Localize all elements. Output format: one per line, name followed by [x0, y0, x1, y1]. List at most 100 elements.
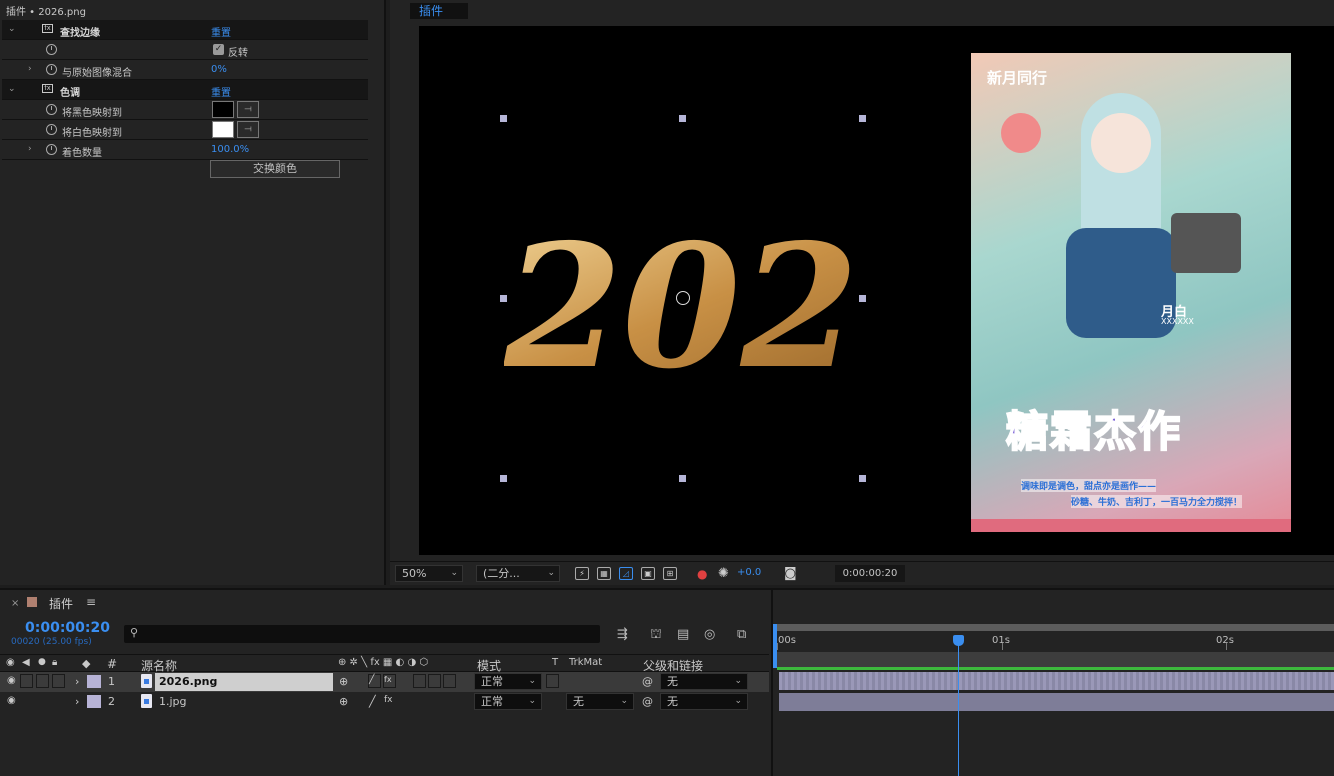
switch-box[interactable]	[428, 674, 441, 688]
transform-handle[interactable]	[859, 115, 866, 122]
audio-switch[interactable]	[20, 674, 33, 688]
chevron-down-icon[interactable]: ⌄	[8, 84, 16, 94]
color-channels-icon[interactable]: ●	[697, 567, 707, 581]
timeline-timecode[interactable]: 0:00:00:20	[25, 620, 110, 636]
lock-icon[interactable]: 🔒︎	[52, 657, 57, 668]
quality-switch[interactable]: ╱	[368, 674, 381, 688]
visibility-eye-icon[interactable]: ◉	[7, 675, 16, 686]
amount-value[interactable]: 100.0%	[211, 144, 249, 155]
blend-value[interactable]: 0%	[211, 64, 227, 75]
current-time-display[interactable]: 0:00:00:20	[835, 565, 905, 582]
parent-dropdown[interactable]: 无 ⌄	[660, 693, 748, 710]
eyedropper-icon[interactable]: ⟞	[237, 121, 259, 138]
transform-handle[interactable]	[500, 115, 507, 122]
layer-name[interactable]: 2026.png	[159, 675, 217, 688]
layer-row[interactable]: ◉ › 2 1.jpg ⊕ ╱ fx 正常 ⌄ 无 ⌄ @ 无 ⌄	[0, 692, 769, 712]
layer-search-input[interactable]: ⚲	[124, 625, 600, 643]
region-of-interest-icon[interactable]: ▣	[641, 567, 655, 580]
comp-flowchart-icon[interactable]: ⇶	[617, 627, 628, 642]
frame-blending-icon[interactable]: ▤	[677, 627, 689, 642]
effects-switch-icon[interactable]: fx	[384, 695, 393, 705]
preserve-transparency-switch[interactable]	[546, 674, 559, 688]
chevron-down-icon[interactable]: ⌄	[8, 24, 16, 34]
mask-visibility-icon[interactable]: ◿	[619, 567, 633, 580]
transform-handle[interactable]	[500, 295, 507, 302]
stopwatch-icon[interactable]	[46, 44, 57, 55]
time-graph[interactable]: 00s 01s 02s	[771, 590, 1334, 776]
close-icon[interactable]: ×	[11, 598, 19, 609]
zoom-dropdown[interactable]: 50% ⌄	[395, 565, 463, 582]
chevron-right-icon[interactable]: ›	[28, 144, 32, 154]
reset-link[interactable]: 重置	[211, 24, 231, 39]
eye-icon[interactable]: ◉	[6, 657, 15, 668]
work-area-bar[interactable]	[777, 624, 1334, 631]
mode-dropdown[interactable]: 正常 ⌄	[474, 673, 542, 690]
playhead-line[interactable]	[958, 640, 959, 776]
solo-icon[interactable]: ●	[38, 657, 46, 667]
tab-timeline[interactable]: 插件	[49, 595, 73, 612]
mode-dropdown[interactable]: 正常 ⌄	[474, 693, 542, 710]
shy-switch-icon[interactable]: ⊕	[339, 675, 348, 688]
chevron-right-icon[interactable]: ›	[28, 64, 32, 74]
resolution-dropdown[interactable]: (二分... ⌄	[476, 565, 560, 582]
parent-dropdown[interactable]: 无 ⌄	[660, 673, 748, 690]
ruler-label: 01s	[992, 635, 1010, 646]
transform-handle[interactable]	[679, 115, 686, 122]
composition-canvas[interactable]: 2026 新月同行 月白 XXXXXX 糖霜杰作 调味即是调色，甜点亦是画作——…	[419, 26, 1334, 555]
white-color-swatch[interactable]	[212, 121, 234, 138]
stopwatch-icon[interactable]	[46, 104, 57, 115]
layer-bar-2[interactable]	[779, 693, 1334, 711]
layer-name[interactable]: 1.jpg	[159, 695, 187, 708]
exposure-value[interactable]: +0.0	[737, 567, 761, 578]
stopwatch-icon[interactable]	[46, 124, 57, 135]
eyedropper-icon[interactable]: ⟞	[237, 101, 259, 118]
swap-colors-button[interactable]: 交换颜色	[210, 160, 340, 178]
render-progress-bar	[777, 667, 1334, 670]
poster-title: 糖霜杰作	[1005, 406, 1183, 457]
playhead-handle[interactable]	[953, 635, 964, 646]
camera-icon[interactable]: ◙	[784, 566, 797, 581]
transform-handle[interactable]	[859, 295, 866, 302]
shy-layers-icon[interactable]: ⛫	[650, 627, 662, 644]
graph-editor-icon[interactable]: ⧉	[737, 627, 746, 642]
layer-bar-1[interactable]	[779, 672, 1334, 690]
invert-checkbox[interactable]: ✓	[213, 44, 224, 55]
effect-find-edges[interactable]: ⌄ fx 查找边缘 重置	[2, 20, 368, 40]
stopwatch-icon[interactable]	[46, 144, 57, 155]
effects-switch[interactable]: fx	[383, 674, 396, 688]
chevron-right-icon[interactable]: ›	[75, 675, 79, 688]
time-ruler[interactable]: 00s 01s 02s	[773, 624, 1334, 650]
snapshot-icon[interactable]: ⚡	[575, 567, 589, 580]
effect-tint[interactable]: ⌄ fx 色调 重置	[2, 80, 368, 100]
anchor-point-icon[interactable]	[676, 291, 690, 305]
trkmat-dropdown[interactable]: 无 ⌄	[566, 693, 634, 710]
layer-row[interactable]: ◉ › 1 2026.png ⊕ ╱ fx 正常 ⌄ @ 无 ⌄	[0, 672, 769, 692]
label-icon[interactable]: ◆	[82, 657, 90, 670]
quality-switch-icon[interactable]: ╱	[369, 695, 376, 708]
pickwhip-icon[interactable]: @	[642, 675, 653, 688]
shy-switch-icon[interactable]: ⊕	[339, 695, 348, 708]
menu-icon[interactable]: ≡	[86, 595, 96, 609]
transparency-grid-icon[interactable]: ▦	[597, 567, 611, 580]
transform-handle[interactable]	[679, 475, 686, 482]
switch-box[interactable]	[413, 674, 426, 688]
transform-handle[interactable]	[500, 475, 507, 482]
reset-link[interactable]: 重置	[211, 84, 231, 99]
solo-switch[interactable]	[36, 674, 49, 688]
switch-box[interactable]	[443, 674, 456, 688]
black-color-swatch[interactable]	[212, 101, 234, 118]
layer-label-color[interactable]	[87, 695, 101, 708]
layer-label-color[interactable]	[87, 675, 101, 688]
tab-composition[interactable]: 插件	[410, 3, 468, 19]
stopwatch-icon[interactable]	[46, 64, 57, 75]
visibility-eye-icon[interactable]: ◉	[7, 695, 16, 706]
motion-blur-icon[interactable]: ◎	[704, 627, 715, 642]
pickwhip-icon[interactable]: @	[642, 695, 653, 708]
prop-map-black: 将黑色映射到 ⟞	[2, 100, 368, 120]
exposure-reset-icon[interactable]: ✺	[718, 566, 729, 581]
audio-icon[interactable]: ◀	[22, 657, 30, 668]
lock-switch[interactable]	[52, 674, 65, 688]
transform-handle[interactable]	[859, 475, 866, 482]
grid-guides-icon[interactable]: ⊞	[663, 567, 677, 580]
chevron-right-icon[interactable]: ›	[75, 695, 79, 708]
